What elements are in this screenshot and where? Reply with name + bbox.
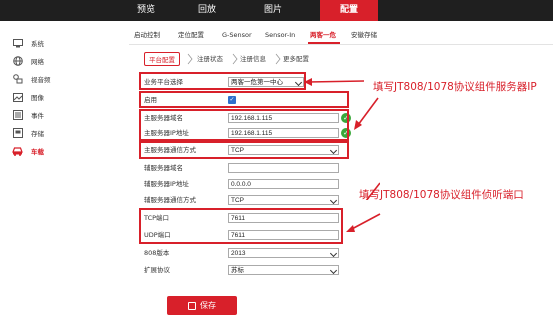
aux-ip-label: 辅服务器IP地址: [144, 180, 189, 188]
ext-protocol-select[interactable]: 苏标: [228, 265, 339, 275]
list-icon: [12, 110, 23, 120]
sidebar-item-network[interactable]: 网络: [12, 54, 44, 68]
annotation-port: 填写JT808/1078协议组件侦听端口: [359, 189, 524, 201]
globe-icon: [12, 56, 23, 66]
sidebar-item-label: 网络: [31, 58, 44, 66]
tab-divider: [129, 44, 553, 45]
version-select[interactable]: 2013: [228, 248, 339, 258]
sidebar-item-label: 事件: [31, 112, 44, 120]
monitor-icon: [12, 38, 23, 48]
nav-playback[interactable]: 回放: [184, 0, 230, 21]
sidebar-item-label: 图像: [31, 94, 44, 102]
version-label: 808版本: [144, 249, 170, 257]
car-icon: [12, 146, 23, 156]
sidebar-item-label: 存储: [31, 130, 44, 138]
tab-startup-control[interactable]: 启动控制: [134, 27, 160, 43]
annotation-arrows: [304, 78, 380, 200]
tab-sensor-in[interactable]: Sensor-In: [265, 27, 295, 43]
sidebar-item-storage[interactable]: 存储: [12, 126, 44, 140]
tab-g-sensor[interactable]: G-Sensor: [222, 27, 252, 43]
annotation-arrow-port: [346, 213, 381, 232]
sidebar-item-av[interactable]: 视音频: [12, 72, 51, 86]
sidebar-item-label: 系统: [31, 40, 44, 48]
sidebar-item-vehicle[interactable]: 车载: [12, 144, 44, 158]
tab-location-config[interactable]: 定位配置: [178, 27, 204, 43]
image-icon: [12, 92, 23, 102]
sidebar-item-system[interactable]: 系统: [12, 36, 44, 50]
tab-two-passenger[interactable]: 两客一危: [310, 27, 336, 43]
annotation-server-ip: 填写JT808/1078协议组件服务器IP: [373, 81, 537, 93]
step-arrows: [187, 53, 281, 65]
ext-protocol-label: 扩展协议: [144, 266, 170, 274]
save-label: 保存: [200, 301, 216, 310]
highlight-ports: [139, 208, 343, 244]
nav-picture[interactable]: 图片: [250, 0, 296, 21]
save-icon: [188, 301, 196, 310]
aux-proto-label: 辅服务器通信方式: [144, 196, 196, 204]
save-button[interactable]: 保存: [167, 296, 237, 315]
sidebar-item-image[interactable]: 图像: [12, 90, 44, 104]
highlight-platform: [139, 72, 306, 90]
sidebar-item-label: 视音频: [31, 76, 51, 84]
step-platform-config[interactable]: 平台配置: [144, 52, 180, 66]
nav-preview[interactable]: 预览: [122, 0, 170, 21]
disk-icon: [12, 128, 23, 138]
sidebar-item-label: 车载: [31, 148, 44, 156]
av-icon: [12, 74, 23, 84]
nav-config[interactable]: 配置: [320, 0, 378, 21]
aux-domain-label: 辅服务器域名: [144, 164, 183, 172]
sidebar-item-event[interactable]: 事件: [12, 108, 44, 122]
tab-anhui-storage[interactable]: 安徽存储: [351, 27, 377, 43]
